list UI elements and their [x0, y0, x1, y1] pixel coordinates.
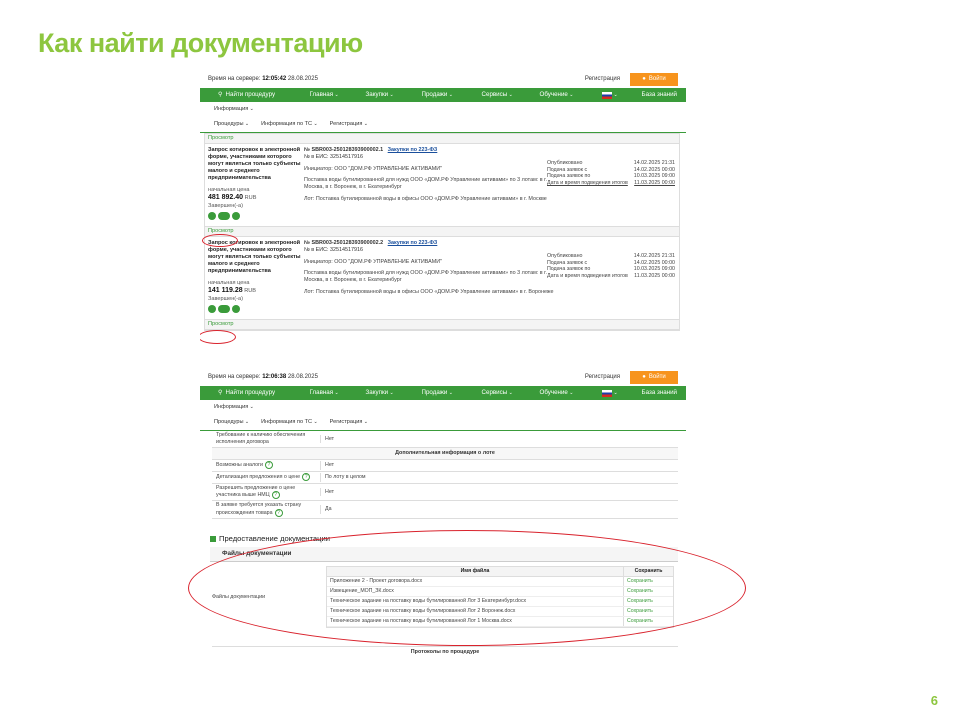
flag-icon[interactable]	[601, 389, 642, 397]
slide-title: Как найти документацию	[38, 28, 363, 58]
register-link[interactable]: Регистрация	[585, 76, 620, 84]
menu-registration[interactable]: Регистрация	[330, 121, 368, 128]
highlight-oval	[200, 330, 236, 344]
protocols-header: Протоколы по процедуре	[212, 645, 678, 655]
row-key: В заявке требуется указать страну происх…	[216, 502, 302, 516]
sub-nav: Процедуры Информация по ТС Регистрация	[200, 415, 686, 430]
help-icon[interactable]: ?	[302, 473, 311, 482]
nav-services[interactable]: Сервисы	[482, 91, 540, 99]
menu-registration[interactable]: Регистрация	[330, 419, 368, 426]
search-icon: ⚲	[218, 91, 223, 99]
subject: Поставка воды бутилированной для нужд ОО…	[304, 177, 547, 190]
nav-find-procedure[interactable]: Найти процедуру	[226, 91, 310, 99]
law-link[interactable]: Закупки по 223-ФЗ	[388, 147, 438, 153]
menu-procedures[interactable]: Процедуры	[214, 121, 249, 128]
nav-services[interactable]: Сервисы	[482, 389, 540, 397]
server-time: Время на сервере: 12:05:42 28.08.2025	[208, 76, 318, 83]
row-key: Детализация предложения о цене	[216, 474, 301, 481]
top-bar: Время на сервере: 12:05:42 28.08.2025 Ре…	[200, 72, 686, 88]
register-link[interactable]: Регистрация	[585, 374, 620, 382]
view-link[interactable]: Просмотр	[205, 320, 679, 330]
lot-status: Завершен(-а)	[208, 295, 244, 302]
nav-purchases[interactable]: Закупки	[366, 389, 422, 397]
row-key: Возможны аналоги	[216, 462, 263, 469]
main-nav: ⚲ Найти процедуру Главная Закупки Продаж…	[200, 88, 686, 102]
nav-education[interactable]: Обучение	[540, 389, 602, 397]
lot-dates: Опубликовано 14.02.2025 21:31 Подача заяв…	[547, 253, 675, 279]
price-label: начальная цена	[208, 279, 250, 286]
initiator: Инициатор: ООО "ДОМ.РФ УПРАВЛЕНИЕ АКТИВА…	[304, 258, 443, 265]
menu-info[interactable]: Информация	[214, 404, 254, 411]
page-number: 6	[930, 693, 938, 708]
info-icon[interactable]	[218, 211, 230, 220]
info-menu: Информация	[200, 400, 686, 415]
lot-price: 481 892.40	[208, 193, 244, 201]
nav-sales[interactable]: Продажи	[422, 389, 482, 397]
login-button[interactable]: ● Войти	[630, 73, 678, 86]
info-menu: Информация	[200, 102, 686, 117]
row-key: Разрешить предложение о цене участника в…	[216, 484, 296, 499]
lot-number: № SBR003-250128393900002.1 Закупки по 22…	[304, 147, 438, 153]
collapse-icon[interactable]	[210, 535, 216, 542]
login-button[interactable]: ● Войти	[630, 371, 678, 384]
help-icon[interactable]: ?	[271, 491, 280, 500]
doc-icon[interactable]	[208, 304, 216, 313]
nav-main[interactable]: Главная	[310, 91, 366, 99]
view-link-top[interactable]: Просмотр	[205, 134, 679, 144]
nav-knowledge-base[interactable]: База знаний	[642, 389, 677, 397]
lot-details-table: Требование к наличию обеспечения исполне…	[212, 431, 678, 519]
row-value: По лоту в целом	[320, 472, 678, 482]
user-icon: ●	[642, 75, 646, 82]
lot-text: Лот: Поставка бутилированной воды в офис…	[304, 288, 554, 295]
main-nav: ⚲ Найти процедуру Главная Закупки Продаж…	[200, 386, 686, 400]
highlight-oval	[202, 234, 238, 247]
sub-nav: Процедуры Информация по ТС Регистрация	[200, 117, 686, 132]
info-icon[interactable]	[218, 304, 230, 313]
lot-status: Завершен(-а)	[208, 202, 244, 209]
lot-dates: Опубликовано 14.02.2025 21:31 Подача заяв…	[547, 160, 675, 186]
row-value: Нет	[320, 487, 678, 497]
screenshot-search-results: Время на сервере: 12:05:42 28.08.2025 Ре…	[200, 72, 686, 352]
menu-ts-info[interactable]: Информация по ТС	[261, 121, 318, 128]
law-link[interactable]: Закупки по 223-ФЗ	[388, 240, 438, 246]
price-label: начальная цена	[208, 186, 250, 193]
download-icon[interactable]	[232, 211, 240, 220]
nav-main[interactable]: Главная	[310, 389, 366, 397]
lot-card: Запрос котировок в электронной форме, уч…	[205, 237, 679, 320]
menu-info[interactable]: Информация	[214, 106, 254, 113]
user-icon: ●	[642, 373, 646, 380]
lot-type: Запрос котировок в электронной форме, уч…	[208, 147, 301, 181]
help-icon[interactable]: ?	[274, 508, 283, 517]
highlight-oval-docs	[188, 530, 746, 646]
eis-number: № в ЕИС: 32514517916	[304, 246, 363, 253]
top-bar: Время на сервере: 12:06:38 28.08.2025 Ре…	[200, 370, 686, 386]
row-key: Требование к наличию обеспечения исполне…	[216, 432, 306, 445]
server-time: Время на сервере: 12:06:38 28.08.2025	[208, 374, 318, 381]
help-icon[interactable]: ?	[264, 461, 273, 470]
initiator: Инициатор: ООО "ДОМ.РФ УПРАВЛЕНИЕ АКТИВА…	[304, 165, 443, 172]
results-panel: Просмотр Запрос котировок в электронной …	[204, 133, 680, 331]
lot-price: 141 119.28	[208, 286, 243, 294]
row-value: Да	[320, 505, 678, 514]
flag-icon[interactable]	[601, 91, 642, 99]
nav-sales[interactable]: Продажи	[422, 91, 482, 99]
nav-education[interactable]: Обучение	[540, 91, 602, 99]
nav-find-procedure[interactable]: Найти процедуру	[226, 389, 310, 397]
download-icon[interactable]	[232, 304, 240, 313]
lot-card: Запрос котировок в электронной форме, уч…	[205, 144, 679, 227]
subject: Поставка воды бутилированной для нужд ОО…	[304, 270, 547, 283]
lot-text: Лот: Поставка бутилированной воды в офис…	[304, 195, 547, 202]
row-value: Нет	[320, 434, 678, 444]
lot-number: № SBR003-250128393900002.2 Закупки по 22…	[304, 240, 438, 246]
menu-ts-info[interactable]: Информация по ТС	[261, 419, 318, 426]
row-value: Нет	[320, 460, 678, 470]
nav-knowledge-base[interactable]: База знаний	[642, 91, 677, 99]
menu-procedures[interactable]: Процедуры	[214, 419, 249, 426]
eis-number: № в ЕИС: 32514517916	[304, 153, 363, 160]
view-link[interactable]: Просмотр	[205, 227, 679, 237]
nav-purchases[interactable]: Закупки	[366, 91, 422, 99]
doc-icon[interactable]	[208, 211, 216, 220]
search-icon: ⚲	[218, 389, 223, 397]
section-header: Дополнительная информация о лоте	[212, 448, 678, 460]
